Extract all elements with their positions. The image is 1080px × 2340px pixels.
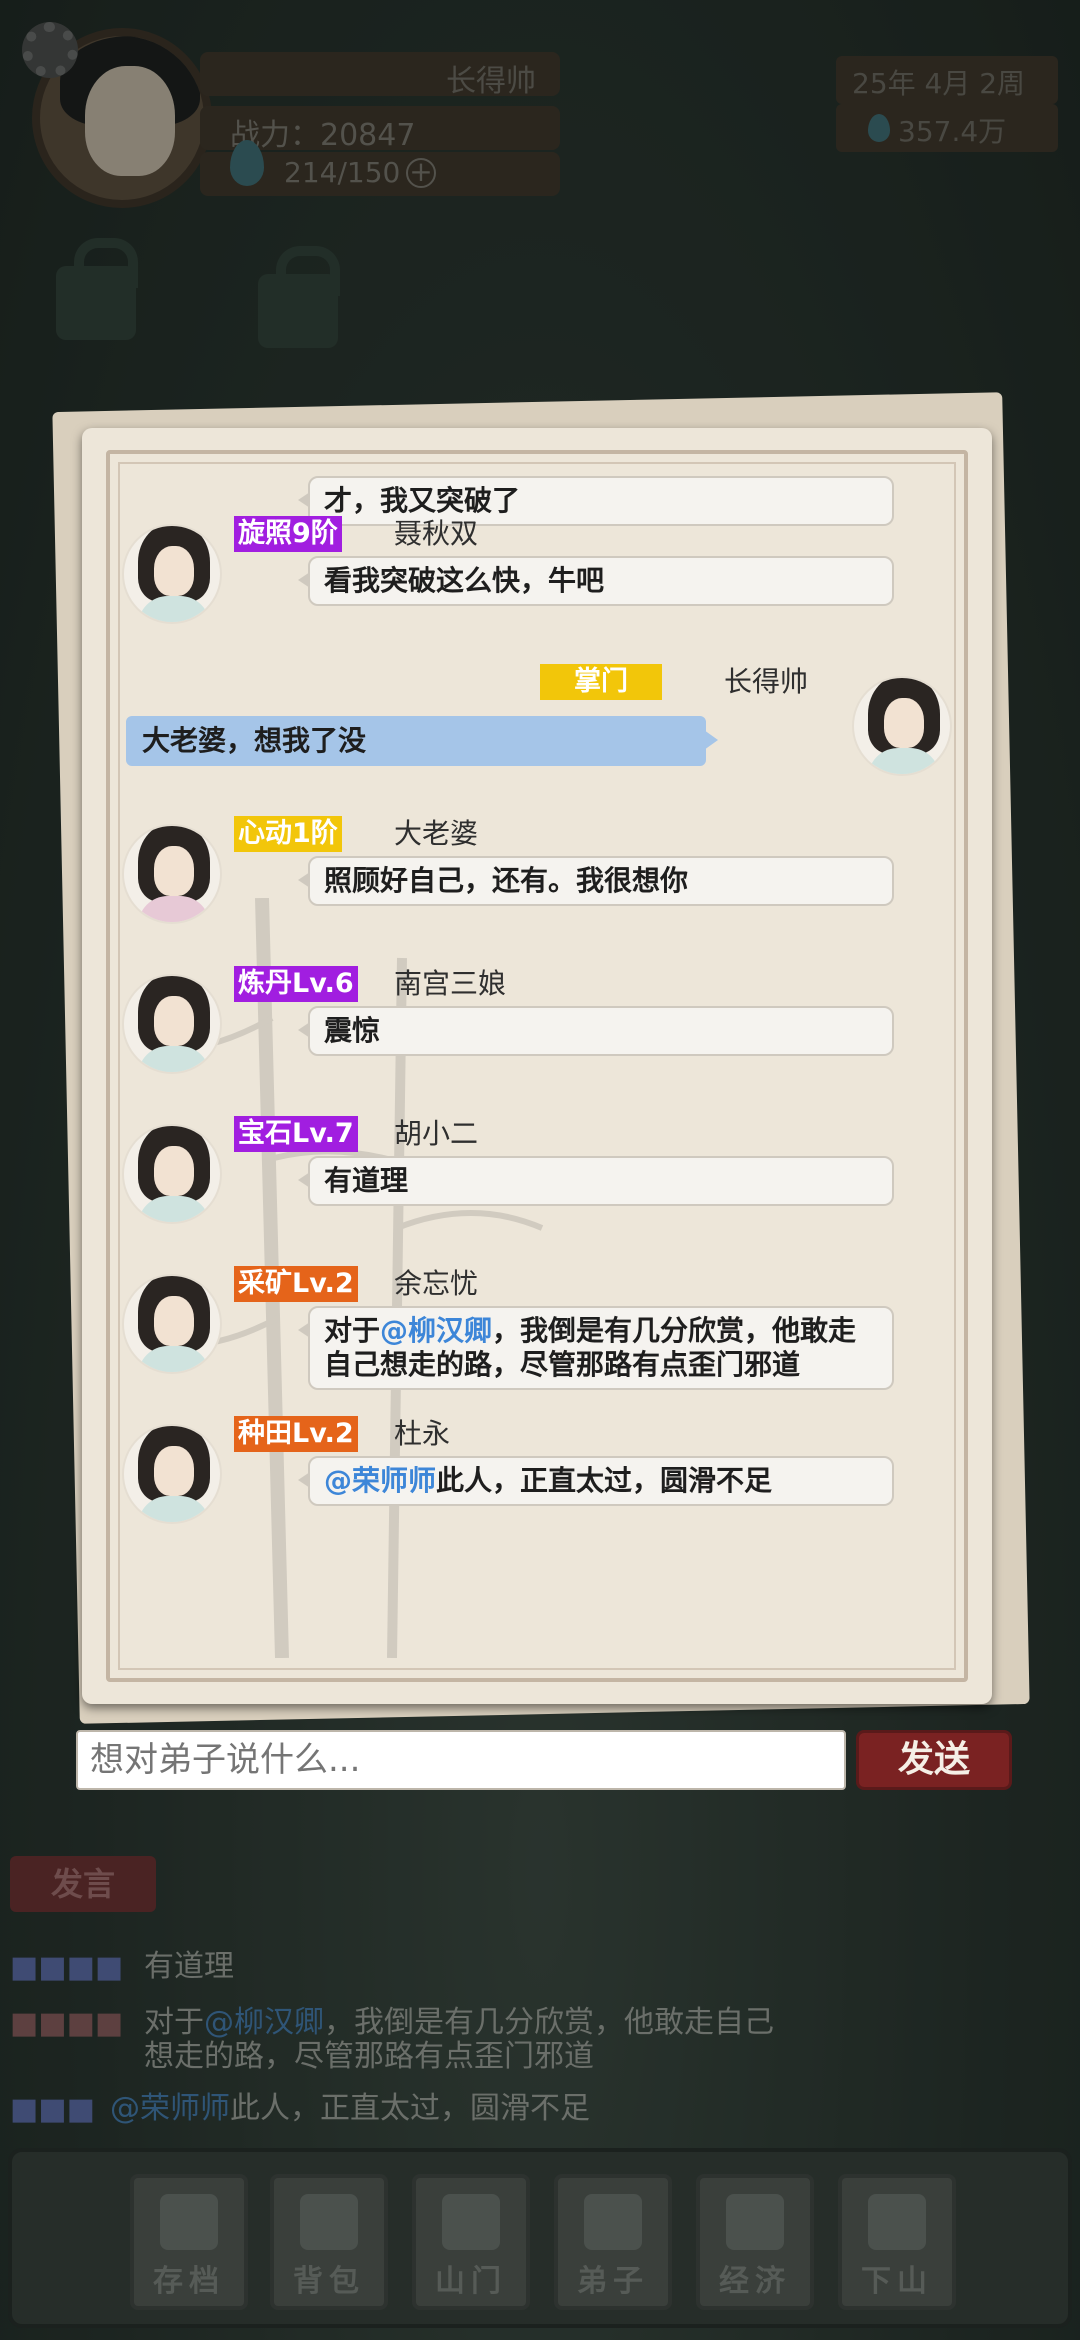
sender-name: 大老婆 <box>394 817 479 850</box>
sender-name: 余忘忧 <box>394 1267 479 1300</box>
mention-link[interactable]: @荣师师 <box>324 1464 436 1497</box>
message-text: 有道理 <box>298 1156 894 1206</box>
avatar[interactable] <box>122 1124 222 1224</box>
nav-disciple-button[interactable]: 弟子 <box>554 2174 672 2310</box>
nav-sect-button[interactable]: 山门 <box>412 2174 530 2310</box>
rank-badge: 种田Lv.2 <box>234 1416 358 1452</box>
send-button[interactable]: 发送 <box>856 1730 1012 1790</box>
log-row: ■■■■ 有道理 <box>10 1949 234 1986</box>
avatar[interactable] <box>122 974 222 1074</box>
disciple-icon <box>584 2194 642 2250</box>
nav-economy-button[interactable]: 经济 <box>696 2174 814 2310</box>
sender-name: 聂秋双 <box>394 517 479 550</box>
nav-descend-button[interactable]: 下山 <box>838 2174 956 2310</box>
nav-save-button[interactable]: 存档 <box>130 2174 248 2310</box>
speak-button[interactable]: 发言 <box>10 1856 156 1912</box>
message-text: @荣师师此人，正直太过，圆滑不足 <box>298 1456 894 1506</box>
economy-icon <box>726 2194 784 2250</box>
message-text: 大老婆，想我了没 <box>126 716 718 766</box>
rank-badge: 心动1阶 <box>234 816 342 852</box>
nav-bag-button[interactable]: 背包 <box>270 2174 388 2310</box>
rank-badge: 采矿Lv.2 <box>234 1266 358 1302</box>
scroll-icon <box>160 2194 218 2250</box>
log-row: ■■■■ 对于@柳汉卿，我倒是有几分欣赏，他敢走自己想走的路，尽管那路有点歪门邪… <box>10 2005 774 2074</box>
chat-message: 炼丹Lv.6 南宫三娘 震惊 <box>122 966 952 1106</box>
bottom-nav: 存档 背包 山门 弟子 经济 下山 <box>8 2148 1072 2328</box>
mention-link[interactable]: @柳汉卿 <box>380 1314 492 1347</box>
avatar[interactable] <box>122 824 222 924</box>
avatar[interactable] <box>122 524 222 624</box>
gate-icon <box>442 2194 500 2250</box>
chat-message: 宝石Lv.7 胡小二 有道理 <box>122 1116 952 1256</box>
rank-badge: 炼丹Lv.6 <box>234 966 358 1002</box>
mountain-icon <box>868 2194 926 2250</box>
chat-message: 种田Lv.2 杜永 @荣师师此人，正直太过，圆滑不足 <box>122 1416 952 1556</box>
chat-message: 旋照9阶 聂秋双 看我突破这么快，牛吧 <box>122 516 952 656</box>
rank-badge: 宝石Lv.7 <box>234 1116 358 1152</box>
chat-message-self: 掌门 长得帅 大老婆，想我了没 <box>122 664 952 804</box>
chat-message: 心动1阶 大老婆 照顾好自己，还有。我很想你 <box>122 816 952 956</box>
chat-dialog: 才，我又突破了 旋照9阶 聂秋双 看我突破这么快，牛吧 掌门 长得帅 大老婆，想… <box>82 428 992 1704</box>
avatar[interactable] <box>122 1424 222 1524</box>
avatar[interactable] <box>122 1274 222 1374</box>
sender-name: 胡小二 <box>394 1117 479 1150</box>
chat-input[interactable] <box>76 1730 846 1790</box>
sender-name: 杜永 <box>394 1417 451 1450</box>
log-row: ■■■ @荣师师此人，正直太过，圆滑不足 <box>10 2091 590 2128</box>
avatar[interactable] <box>852 676 952 776</box>
chat-list[interactable]: 才，我又突破了 旋照9阶 聂秋双 看我突破这么快，牛吧 掌门 长得帅 大老婆，想… <box>122 476 952 1666</box>
sender-name: 南宫三娘 <box>394 967 507 1000</box>
message-text: 看我突破这么快，牛吧 <box>298 556 894 606</box>
message-text: 震惊 <box>298 1006 894 1056</box>
bag-icon <box>300 2194 358 2250</box>
chat-message: 采矿Lv.2 余忘忧 对于@柳汉卿，我倒是有几分欣赏，他敢走自己想走的路，尽管那… <box>122 1266 952 1406</box>
sender-name: 长得帅 <box>724 665 809 698</box>
message-text: 对于@柳汉卿，我倒是有几分欣赏，他敢走自己想走的路，尽管那路有点歪门邪道 <box>298 1306 894 1390</box>
rank-badge: 掌门 <box>540 664 662 700</box>
message-text: 照顾好自己，还有。我很想你 <box>298 856 894 906</box>
rank-badge: 旋照9阶 <box>234 516 342 552</box>
